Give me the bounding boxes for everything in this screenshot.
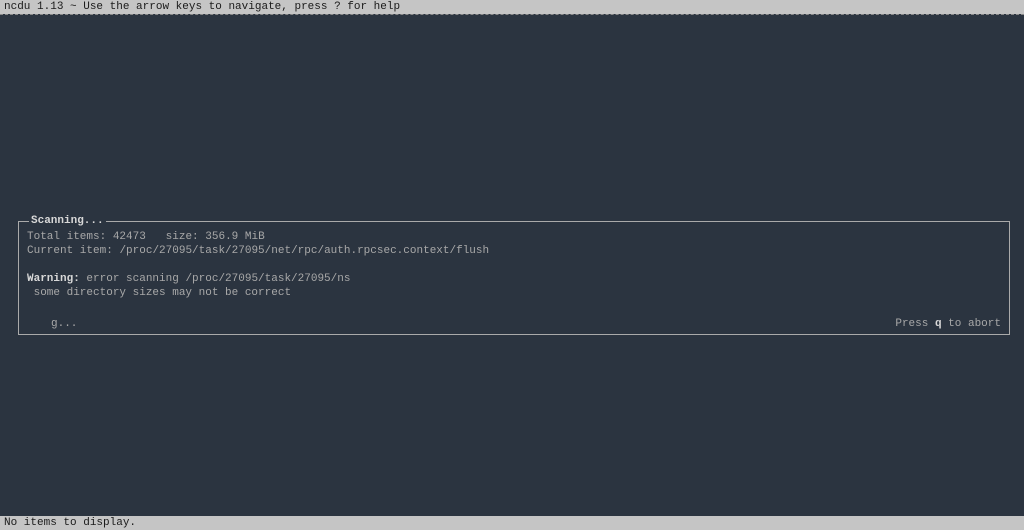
scan-body: Total items: 42473 size: 356.9 MiB Curre… xyxy=(19,222,1009,318)
header-hint: Use the arrow keys to navigate, press ? … xyxy=(83,1,400,13)
warning-label: Warning: xyxy=(27,273,80,285)
scanning-dialog: Scanning... Total items: 42473 size: 356… xyxy=(18,221,1010,335)
main-area: Scanning... Total items: 42473 size: 356… xyxy=(0,15,1024,515)
scan-warning-line: Warning: error scanning /proc/27095/task… xyxy=(27,272,1001,286)
scan-warning-sub: some directory sizes may not be correct xyxy=(27,286,1001,300)
footer-status: No items to display. xyxy=(4,517,136,529)
spacer2 xyxy=(27,300,1001,314)
app-version: 1.13 xyxy=(37,1,63,13)
scan-title: Scanning... xyxy=(29,215,106,227)
scan-footer: g... Press q to abort xyxy=(19,318,1009,334)
scan-current-line: Current item: /proc/27095/task/27095/net… xyxy=(27,244,1001,258)
abort-hint[interactable]: Press q to abort xyxy=(895,318,1001,330)
scan-totals-line: Total items: 42473 size: 356.9 MiB xyxy=(27,230,1001,244)
scan-progress: g... xyxy=(27,318,77,330)
spacer xyxy=(27,258,1001,272)
footer-bar: No items to display. xyxy=(0,516,1024,530)
app-name: ncdu xyxy=(4,1,30,13)
abort-key: q xyxy=(935,318,942,330)
header-bar: ncdu 1.13 ~ Use the arrow keys to naviga… xyxy=(0,0,1024,14)
